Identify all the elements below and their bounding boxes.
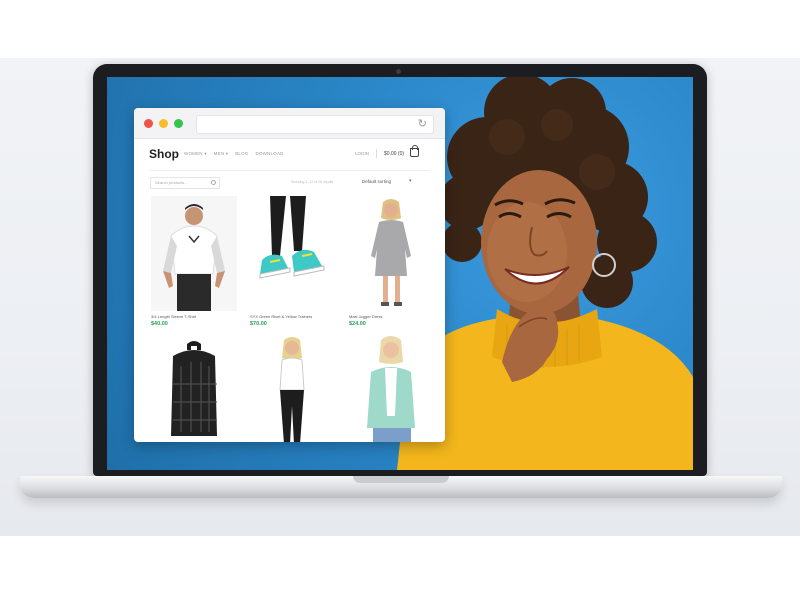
nav-item-men[interactable]: MEN ▾ — [214, 151, 229, 157]
webcam — [396, 69, 401, 74]
browser-window: ↻ Shop WOMEN ▾ MEN ▾ BLOG DOWNLOAD LOGIN… — [134, 108, 445, 442]
chevron-down-icon[interactable]: ▾ — [409, 178, 412, 184]
result-count: Showing 1–12 of 16 results — [291, 180, 334, 184]
shop-toolbar: Search products... Showing 1–12 of 16 re… — [134, 172, 445, 196]
product-name[interactable]: 3/4 Length Sleeve T-Shirt — [151, 314, 196, 319]
product-image[interactable] — [250, 196, 336, 311]
shop-logo[interactable]: Shop — [149, 147, 179, 161]
laptop-notch — [353, 476, 449, 483]
product-price: $40.00 — [151, 321, 168, 327]
search-placeholder: Search products... — [155, 180, 188, 185]
product-price: $70.00 — [250, 321, 267, 327]
product-image[interactable] — [250, 336, 336, 442]
shop-header: Shop WOMEN ▾ MEN ▾ BLOG DOWNLOAD LOGIN $… — [134, 138, 445, 170]
sort-select[interactable]: Default sorting — [362, 179, 391, 184]
laptop-base — [20, 476, 782, 498]
product-image[interactable] — [151, 196, 237, 311]
browser-toolbar: ↻ — [134, 108, 445, 139]
search-icon[interactable] — [211, 180, 216, 185]
product-image[interactable] — [349, 336, 435, 442]
header-divider — [376, 149, 377, 158]
product-name[interactable]: Maxi Jogger Dress — [349, 314, 382, 319]
header-divider-line — [149, 170, 430, 171]
maximize-window-button[interactable] — [174, 119, 183, 128]
nav-item-blog[interactable]: BLOG — [235, 151, 248, 157]
cart-icon[interactable] — [410, 145, 419, 157]
close-window-button[interactable] — [144, 119, 153, 128]
address-bar[interactable]: ↻ — [196, 115, 434, 134]
main-nav: WOMEN ▾ MEN ▾ BLOG DOWNLOAD — [184, 151, 284, 157]
login-link[interactable]: LOGIN — [355, 151, 369, 156]
reload-icon[interactable]: ↻ — [418, 117, 427, 130]
product-image[interactable] — [349, 196, 435, 311]
laptop: ↻ Shop WOMEN ▾ MEN ▾ BLOG DOWNLOAD LOGIN… — [93, 64, 707, 476]
laptop-screen: ↻ Shop WOMEN ▾ MEN ▾ BLOG DOWNLOAD LOGIN… — [107, 77, 693, 470]
nav-item-women[interactable]: WOMEN ▾ — [184, 151, 207, 157]
cart-total[interactable]: $0.00 (0) — [384, 151, 404, 157]
minimize-window-button[interactable] — [159, 119, 168, 128]
product-price: $24.00 — [349, 321, 366, 327]
product-name[interactable]: SYX Green Rivet & Yellow Trainers — [250, 314, 312, 319]
search-input[interactable]: Search products... — [150, 177, 220, 189]
product-image[interactable] — [151, 336, 237, 442]
nav-item-download[interactable]: DOWNLOAD — [256, 151, 284, 157]
